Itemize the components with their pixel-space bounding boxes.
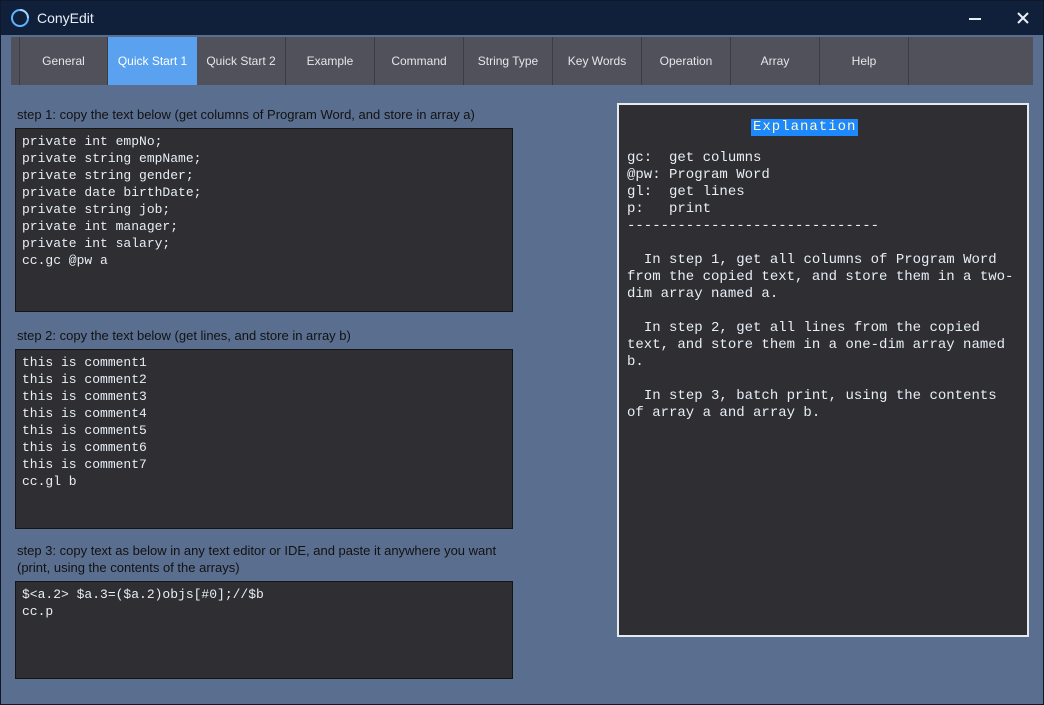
step-3-label: step 3: copy text as below in any text e… [17, 543, 513, 577]
tab-help[interactable]: Help [820, 37, 909, 85]
explanation-column: Explanation gc: get columns @pw: Program… [617, 103, 1029, 637]
tab-quick-start-1[interactable]: Quick Start 1 [108, 37, 197, 85]
explanation-title: Explanation [751, 119, 858, 136]
app-logo-icon [11, 9, 29, 27]
tab-string-type[interactable]: String Type [464, 37, 553, 85]
step-3-code[interactable]: $<a.2> $a.3=($a.2)objs[#0];//$b cc.p [15, 581, 513, 679]
tab-array[interactable]: Array [731, 37, 820, 85]
tab-command[interactable]: Command [375, 37, 464, 85]
steps-column: step 1: copy the text below (get columns… [15, 103, 513, 679]
app-title: ConyEdit [37, 10, 94, 26]
tab-general[interactable]: General [19, 37, 108, 85]
step-1-label: step 1: copy the text below (get columns… [17, 107, 513, 124]
tab-bar: General Quick Start 1 Quick Start 2 Exam… [11, 37, 1033, 85]
step-1-code[interactable]: private int empNo; private string empNam… [15, 128, 513, 312]
explanation-panel: Explanation gc: get columns @pw: Program… [617, 103, 1029, 637]
titlebar: ConyEdit [1, 1, 1043, 35]
app-window: ConyEdit General Quick Start 1 Quick Sta… [0, 0, 1044, 705]
step-2-code[interactable]: this is comment1 this is comment2 this i… [15, 349, 513, 529]
tab-operation[interactable]: Operation [642, 37, 731, 85]
minimize-button[interactable] [963, 6, 987, 30]
step-2-label: step 2: copy the text below (get lines, … [17, 328, 513, 345]
tab-key-words[interactable]: Key Words [553, 37, 642, 85]
close-button[interactable] [1011, 6, 1035, 30]
explanation-body: gc: get columns @pw: Program Word gl: ge… [627, 150, 1019, 422]
tab-example[interactable]: Example [286, 37, 375, 85]
tab-quick-start-2[interactable]: Quick Start 2 [197, 37, 286, 85]
content-area: step 1: copy the text below (get columns… [1, 85, 1043, 704]
